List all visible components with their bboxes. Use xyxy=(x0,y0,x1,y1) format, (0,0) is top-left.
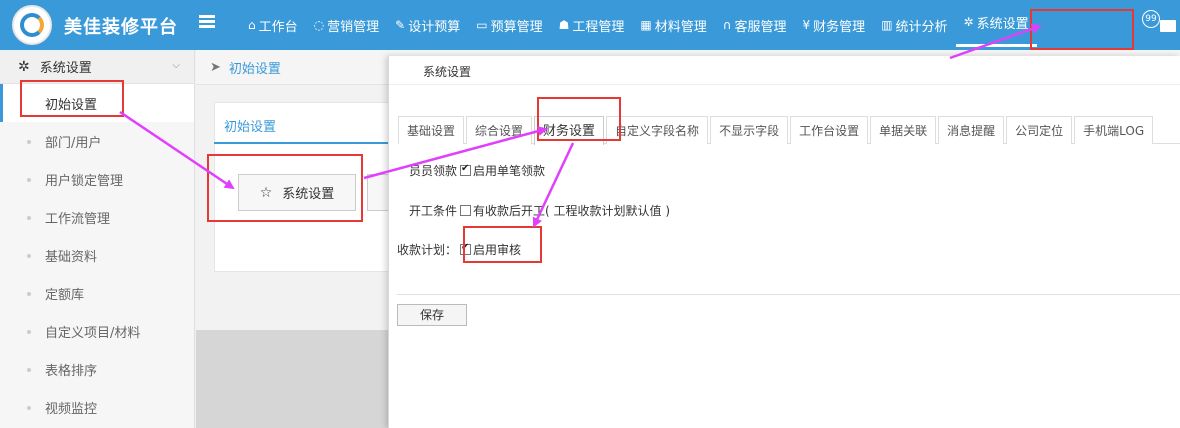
headset-icon: ∩ xyxy=(722,18,732,32)
sidebar-item-departments-users[interactable]: 部门/用户 xyxy=(0,122,194,160)
sidebar-item-base-data[interactable]: 基础资料 xyxy=(0,236,194,274)
notification-badge[interactable]: 99 xyxy=(1142,10,1160,28)
main-nav: ⌂ 工作台 ◌ 营销管理 ✎ 设计预算 ▭ 预算管理 ☗ 工程管理 ▦ 材料管理 ∩ 客服管理… xyxy=(240,0,1037,50)
annotation-box-finance-tab xyxy=(537,97,621,141)
nav-item-material-management[interactable]: ▦ 材料管理 xyxy=(632,0,714,50)
tab-custom-field-names[interactable]: 自定义字段名称 xyxy=(606,116,709,144)
nav-item-statistics[interactable]: ▥ 统计分析 xyxy=(873,0,955,50)
nav-item-marketing[interactable]: ◌ 营销管理 xyxy=(306,0,388,50)
breadcrumb-label[interactable]: 初始设置 xyxy=(229,58,281,77)
secondary-settings-button[interactable] xyxy=(367,174,389,211)
settings-tabs: 基础设置 综合设置 财务设置 自定义字段名称 不显示字段 工作台设置 单据关联 … xyxy=(398,116,1180,145)
start-condition-note: ( 工程收款计划默认值 ) xyxy=(545,204,671,218)
annotation-box-system-settings-button xyxy=(207,154,363,222)
chat-icon: ◌ xyxy=(313,18,325,32)
sidebar-item-table-sort[interactable]: 表格排序 xyxy=(0,350,194,388)
menu-toggle-icon[interactable] xyxy=(199,15,215,29)
payment-plan-label: 收款计划： xyxy=(397,243,458,257)
chevron-down-icon: ⌵ xyxy=(172,60,180,71)
save-button[interactable]: 保存 xyxy=(397,304,467,326)
tab-company-location[interactable]: 公司定位 xyxy=(1006,116,1073,144)
annotation-box-initial-settings xyxy=(20,80,124,117)
mail-icon[interactable] xyxy=(1160,20,1176,32)
nav-item-customer-service[interactable]: ∩ 客服管理 xyxy=(715,0,795,50)
gear-icon: ✲ xyxy=(18,58,30,75)
yen-icon: ¥ xyxy=(802,18,811,32)
sidebar-item-quota-library[interactable]: 定额库 xyxy=(0,274,194,312)
users-icon: ☗ xyxy=(558,18,570,32)
tab-initial-settings[interactable]: 初始设置 xyxy=(214,104,390,144)
divider xyxy=(389,84,1180,85)
annotation-box-nav-system-settings xyxy=(1030,9,1134,50)
tab-general-settings[interactable]: 综合设置 xyxy=(466,116,533,144)
start-condition-row: 开工条件 有收款后开工 ( 工程收款计划默认值 ) xyxy=(409,202,670,219)
nav-item-design-budget[interactable]: ✎ 设计预算 xyxy=(387,0,468,50)
staff-advance-row: 员员领款 启用单笔领款 xyxy=(409,162,545,179)
nav-item-system-settings[interactable]: ✲ 系统设置 xyxy=(955,0,1037,47)
dialog-title: 系统设置 xyxy=(423,65,472,79)
monitor-icon: ▭ xyxy=(476,18,488,32)
brand[interactable]: 美佳装修平台 xyxy=(12,5,190,45)
logo-icon xyxy=(12,5,52,45)
home-icon: ⌂ xyxy=(248,18,256,32)
top-navbar: 美佳装修平台 ⌂ 工作台 ◌ 营销管理 ✎ 设计预算 ▭ 预算管理 ☗ 工程管理 ▦ 材料管… xyxy=(0,0,1180,50)
single-advance-checkbox[interactable] xyxy=(460,163,472,176)
start-after-payment-checkbox[interactable] xyxy=(460,205,472,216)
tab-workbench-settings[interactable]: 工作台设置 xyxy=(790,116,869,144)
navigation-arrow-icon: ➤ xyxy=(210,59,221,75)
nav-item-finance[interactable]: ¥ 财务管理 xyxy=(795,0,874,50)
tab-message-reminders[interactable]: 消息提醒 xyxy=(938,116,1005,144)
sidebar-item-user-lock[interactable]: 用户锁定管理 xyxy=(0,160,194,198)
start-condition-label: 开工条件 xyxy=(409,204,458,218)
annotation-box-enable-review xyxy=(463,226,542,263)
sidebar-section-system-settings[interactable]: ✲ 系统设置 ⌵ xyxy=(0,50,194,84)
nav-item-budget-management[interactable]: ▭ 预算管理 xyxy=(468,0,550,50)
single-advance-checkbox-label[interactable]: 启用单笔领款 xyxy=(473,162,545,179)
bar-chart-icon: ▥ xyxy=(881,18,893,32)
start-after-payment-label[interactable]: 有收款后开工 xyxy=(473,202,545,219)
staff-advance-label: 员员领款 xyxy=(409,164,458,178)
nav-item-project-management[interactable]: ☗ 工程管理 xyxy=(551,0,633,50)
edit-icon: ✎ xyxy=(395,18,406,32)
tab-document-links[interactable]: 单据关联 xyxy=(870,116,937,144)
tab-mobile-logo[interactable]: 手机端LOG xyxy=(1074,116,1154,144)
tab-basic-settings[interactable]: 基础设置 xyxy=(398,116,465,144)
tab-hidden-fields[interactable]: 不显示字段 xyxy=(710,116,789,144)
nav-item-workbench[interactable]: ⌂ 工作台 xyxy=(240,0,306,50)
gear-icon: ✲ xyxy=(963,15,974,29)
app-title: 美佳装修平台 xyxy=(64,17,178,38)
sidebar-item-workflow[interactable]: 工作流管理 xyxy=(0,198,194,236)
sidebar-item-video-monitor[interactable]: 视频监控 xyxy=(0,388,194,426)
sidebar-item-custom-items[interactable]: 自定义项目/材料 xyxy=(0,312,194,350)
grid-icon: ▦ xyxy=(640,18,652,32)
form-divider xyxy=(397,294,1180,295)
